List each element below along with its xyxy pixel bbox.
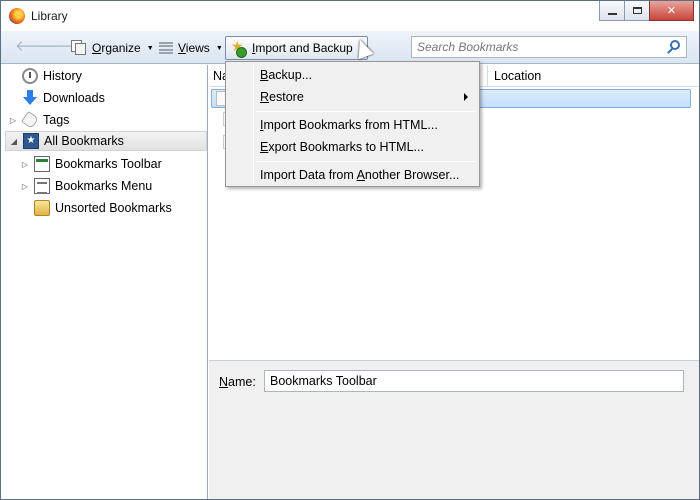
chevron-down-icon: ▼ [215, 44, 223, 52]
import-backup-menu: Backup... Restore Import Bookmarks from … [225, 61, 480, 187]
library-window: Library ✕ 🡐 🡒 Organize ▼ Views ▼ Import … [0, 0, 700, 500]
sidebar-item-bookmarks-toolbar[interactable]: ▷ Bookmarks Toolbar [21, 154, 162, 174]
bookmarks-toolbar-icon [34, 156, 50, 172]
sidebar-item-label: All Bookmarks [44, 134, 124, 148]
name-field[interactable] [264, 370, 684, 392]
menu-item-label: Import Data from Another Browser... [260, 168, 460, 182]
menu-separator [256, 111, 476, 112]
sidebar-item-history[interactable]: History [9, 66, 82, 86]
sidebar-item-bookmarks-menu[interactable]: ▷ Bookmarks Menu [21, 176, 152, 196]
organize-label: Organize [92, 41, 141, 55]
minimize-button[interactable] [599, 1, 625, 21]
expand-icon[interactable]: ▷ [21, 182, 29, 191]
sidebar-item-label: Unsorted Bookmarks [55, 201, 172, 215]
menu-item-label: Restore [260, 90, 304, 104]
views-label: Views [178, 41, 210, 55]
menu-item-label: Import Bookmarks from HTML... [260, 118, 438, 132]
menu-item-label: Export Bookmarks to HTML... [260, 140, 424, 154]
sidebar-item-tags[interactable]: ▷ Tags [9, 110, 69, 130]
expand-icon[interactable]: ▷ [21, 160, 29, 169]
window-title: Library [31, 9, 68, 23]
column-location-header[interactable]: Location [494, 69, 541, 83]
firefox-icon [9, 8, 25, 24]
downloads-icon [22, 90, 38, 106]
sidebar-item-all-bookmarks[interactable]: ◢ ★ All Bookmarks [5, 131, 207, 151]
chevron-down-icon: ▼ [146, 44, 154, 52]
tags-icon [21, 111, 39, 129]
import-backup-icon [231, 38, 247, 58]
column-divider[interactable] [487, 65, 488, 87]
window-controls: ✕ [599, 1, 694, 21]
title-bar: Library ✕ [1, 1, 699, 31]
import-backup-label: Import and Backup [252, 41, 353, 55]
menu-item-label: Backup... [260, 68, 313, 82]
maximize-icon [632, 7, 642, 14]
menu-item-restore[interactable]: Restore [228, 86, 478, 108]
views-icon [159, 42, 173, 54]
import-and-backup-button[interactable]: Import and Backup [225, 36, 368, 60]
menu-item-import-html[interactable]: Import Bookmarks from HTML... [228, 114, 478, 136]
views-button[interactable]: Views ▼ [155, 37, 227, 59]
close-button[interactable]: ✕ [649, 1, 694, 21]
search-input[interactable] [412, 37, 652, 57]
submenu-arrow-icon [464, 93, 468, 101]
close-icon: ✕ [666, 5, 677, 17]
menu-item-import-other-browser[interactable]: Import Data from Another Browser... [228, 164, 478, 186]
forward-button[interactable]: 🡒 [39, 39, 79, 55]
unsorted-bookmarks-icon [34, 200, 50, 216]
menu-item-export-html[interactable]: Export Bookmarks to HTML... [228, 136, 478, 158]
menu-item-backup[interactable]: Backup... [228, 64, 478, 86]
name-label: Name: [219, 375, 256, 389]
history-icon [22, 68, 38, 84]
organize-icon [71, 40, 87, 56]
minimize-icon [607, 12, 617, 15]
organize-button[interactable]: Organize ▼ [67, 37, 158, 59]
sidebar-item-downloads[interactable]: Downloads [9, 88, 105, 108]
sidebar-item-unsorted-bookmarks[interactable]: Unsorted Bookmarks [21, 198, 172, 218]
menu-separator [256, 161, 476, 162]
toolbar: 🡐 🡒 Organize ▼ Views ▼ Import and Backup [1, 31, 699, 64]
details-pane: Name: [209, 360, 699, 499]
sidebar-item-label: Bookmarks Menu [55, 179, 153, 193]
sidebar-item-label: Tags [43, 113, 70, 127]
sidebar-item-label: History [43, 69, 82, 83]
maximize-button[interactable] [624, 1, 650, 21]
all-bookmarks-icon: ★ [23, 133, 39, 149]
collapse-icon[interactable]: ◢ [10, 137, 18, 146]
sidebar-tree: History Downloads ▷ Tags ◢ ★ All Bookmar… [1, 65, 208, 499]
back-button[interactable]: 🡐 [15, 39, 55, 55]
bookmarks-menu-icon [34, 178, 50, 194]
search-box[interactable] [411, 36, 687, 58]
expand-icon[interactable]: ▷ [9, 116, 17, 125]
sidebar-item-label: Downloads [43, 91, 105, 105]
sidebar-item-label: Bookmarks Toolbar [55, 157, 162, 171]
search-icon[interactable] [670, 40, 680, 50]
